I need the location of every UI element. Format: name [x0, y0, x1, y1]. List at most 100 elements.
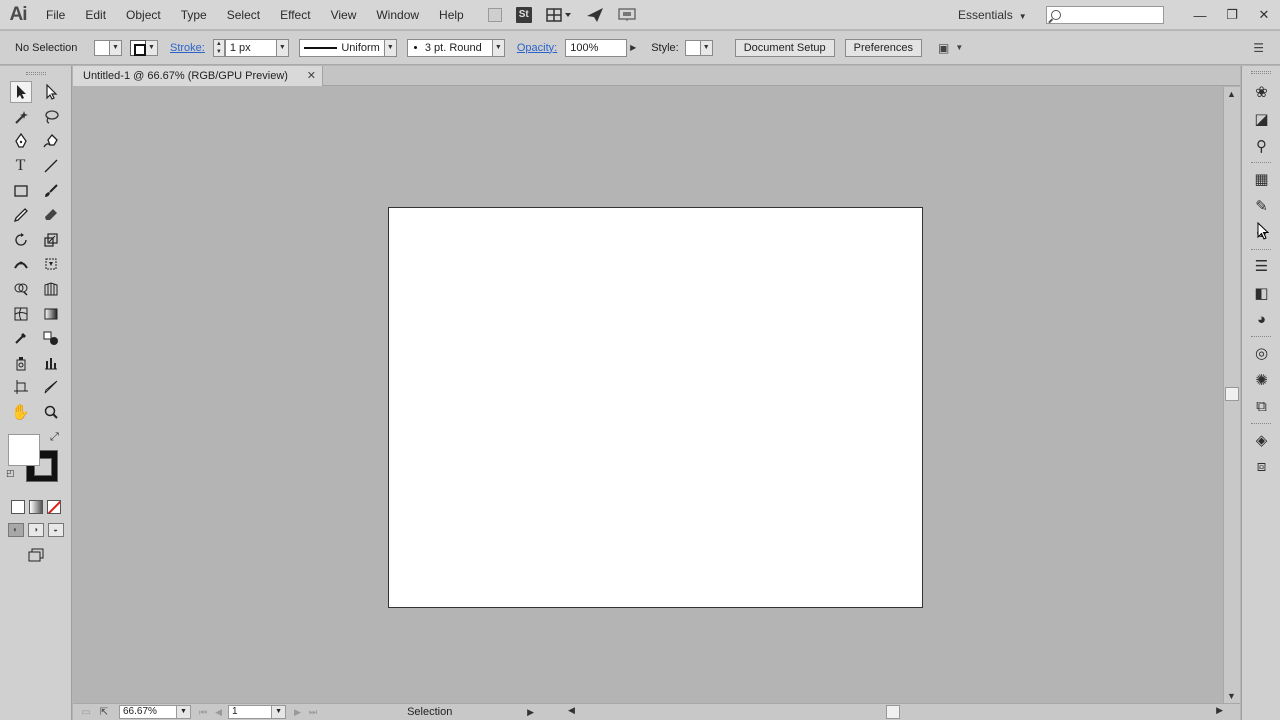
graphic-styles-icon[interactable]: ✺ [1242, 366, 1280, 393]
panel-grip[interactable] [0, 66, 71, 80]
variable-width-profile-dropdown[interactable]: Uniform ▼ [298, 38, 397, 57]
menu-file[interactable]: File [36, 0, 75, 30]
vertical-scrollbar[interactable]: ▲ ▼ [1223, 87, 1240, 703]
scroll-right-icon[interactable]: ▶ [1216, 705, 1223, 716]
close-icon[interactable]: ✕ [307, 69, 316, 82]
arrange-documents-icon[interactable] [545, 6, 572, 24]
last-artboard-icon[interactable]: ⏭ [309, 707, 317, 718]
document-tab[interactable]: Untitled-1 @ 66.67% (RGB/GPU Preview) ✕ [73, 66, 323, 86]
close-button[interactable]: ✕ [1248, 0, 1280, 30]
panel-collapse-icon[interactable]: ▭ [77, 707, 95, 718]
horizontal-scrollbar[interactable]: ◀ ▶ [568, 705, 1223, 719]
cc-libraries-icon[interactable]: ⚲ [1242, 132, 1280, 159]
preferences-button[interactable]: Preferences [844, 38, 922, 57]
fill-color-swatch[interactable] [8, 434, 40, 467]
menu-effect[interactable]: Effect [270, 0, 320, 30]
scroll-down-icon[interactable]: ▼ [1227, 691, 1236, 701]
pen-tool-icon[interactable] [10, 130, 32, 152]
brush-definition-dropdown[interactable]: 3 pt. Round ▼ [406, 38, 505, 57]
slice-tool-icon[interactable] [40, 376, 62, 398]
dock-grip[interactable] [1242, 66, 1280, 78]
curvature-tool-icon[interactable] [40, 130, 62, 152]
pencil-tool-icon[interactable] [10, 204, 32, 226]
type-tool-icon[interactable]: T [10, 155, 32, 177]
paintbrush-tool-icon[interactable] [40, 180, 62, 202]
color-mode-icon[interactable] [10, 500, 25, 515]
stepper-arrows-icon[interactable]: ▲ ▼ [212, 38, 225, 57]
artboard[interactable] [388, 207, 923, 608]
swatches-icon[interactable]: ▦ [1242, 165, 1280, 192]
free-transform-tool-icon[interactable] [40, 253, 62, 275]
scroll-left-icon[interactable]: ◀ [568, 705, 575, 716]
search-input[interactable] [1046, 6, 1164, 24]
stroke-icon[interactable]: ☰ [1242, 252, 1280, 279]
scroll-up-icon[interactable]: ▲ [1227, 89, 1236, 99]
menu-help[interactable]: Help [429, 0, 474, 30]
menu-edit[interactable]: Edit [75, 0, 116, 30]
symbol-sprayer-tool-icon[interactable] [10, 352, 32, 374]
open-in-icon[interactable]: ⇱ [95, 707, 113, 718]
control-panel-menu-icon[interactable]: ☰ [1253, 41, 1264, 55]
status-menu-arrow-icon[interactable]: ▶ [527, 707, 534, 718]
direct-selection-tool-icon[interactable] [40, 81, 62, 103]
chevron-down-icon[interactable]: ▼ [177, 705, 191, 719]
brushes-icon[interactable]: ✎ [1242, 192, 1280, 219]
artboards-icon[interactable]: ⧈ [1242, 453, 1280, 480]
document-setup-button[interactable]: Document Setup [734, 38, 835, 57]
blend-tool-icon[interactable] [40, 327, 62, 349]
magic-wand-tool-icon[interactable] [10, 106, 32, 128]
width-tool-icon[interactable] [10, 253, 32, 275]
draw-inside-icon[interactable]: ◒ [47, 523, 64, 538]
default-fill-stroke-icon[interactable]: ◰ [6, 468, 15, 479]
stroke-color-dropdown[interactable]: ▼ [130, 39, 158, 56]
scale-tool-icon[interactable] [40, 229, 62, 251]
opacity-slider-arrow-icon[interactable]: ▶ [627, 39, 639, 57]
adobe-stock-icon[interactable]: St [515, 6, 532, 23]
rectangle-tool-icon[interactable] [10, 180, 32, 202]
libraries-icon[interactable]: ◪ [1242, 105, 1280, 132]
fill-color-dropdown[interactable]: ▼ [94, 39, 122, 56]
next-artboard-icon[interactable]: ▶ [294, 707, 301, 718]
first-artboard-icon[interactable]: ⏮ [199, 707, 207, 718]
canvas-pasteboard[interactable] [73, 87, 1223, 703]
mesh-tool-icon[interactable] [10, 303, 32, 325]
draw-behind-icon[interactable]: ◑ [27, 523, 44, 538]
menu-type[interactable]: Type [171, 0, 217, 30]
opacity-field[interactable]: 100% [565, 38, 628, 57]
chevron-down-icon[interactable]: ▼ [276, 38, 289, 57]
gpu-performance-icon[interactable] [618, 6, 636, 24]
minimize-button[interactable]: — [1184, 0, 1216, 30]
menu-select[interactable]: Select [217, 0, 270, 30]
arrange-objects-dropdown[interactable]: ▣ ▼ [938, 41, 963, 55]
eyedropper-tool-icon[interactable] [10, 327, 32, 349]
previous-artboard-icon[interactable]: ◀ [215, 707, 222, 718]
stroke-weight-stepper[interactable]: ▲ ▼ 1 px ▼ [212, 38, 289, 57]
gradient-icon[interactable]: ◧ [1242, 279, 1280, 306]
restore-button[interactable]: ❐ [1216, 0, 1248, 30]
selection-tool-icon[interactable] [9, 81, 32, 104]
line-segment-tool-icon[interactable] [40, 155, 62, 177]
artboard-tool-icon[interactable] [10, 376, 32, 398]
horizontal-scroll-thumb[interactable] [886, 705, 900, 719]
color-guide-icon[interactable]: ❀ [1242, 78, 1280, 105]
zoom-level-field[interactable]: 66.67% [119, 705, 177, 719]
change-screen-mode-icon[interactable] [25, 544, 47, 566]
shape-builder-tool-icon[interactable] [10, 278, 32, 300]
stroke-weight-field[interactable]: 1 px [224, 38, 277, 57]
appearance-icon[interactable]: ◎ [1242, 339, 1280, 366]
stroke-panel-link[interactable]: Stroke: [170, 42, 205, 54]
menu-view[interactable]: View [321, 0, 367, 30]
chevron-down-icon[interactable]: ▼ [272, 705, 287, 719]
workspace-switcher[interactable]: Essentials ▼ [958, 0, 1027, 30]
transparency-icon[interactable]: ◕ [1242, 306, 1280, 333]
draw-normal-icon[interactable]: ◐ [7, 523, 24, 538]
eraser-tool-icon[interactable] [40, 204, 62, 226]
vertical-scroll-thumb[interactable] [1225, 387, 1239, 401]
opacity-panel-link[interactable]: Opacity: [517, 42, 557, 54]
gradient-tool-icon[interactable] [40, 303, 62, 325]
rotate-tool-icon[interactable] [10, 229, 32, 251]
none-mode-icon[interactable] [46, 500, 61, 515]
artboard-number-field[interactable]: 1 [228, 705, 273, 719]
menu-window[interactable]: Window [366, 0, 429, 30]
send-feedback-icon[interactable] [586, 6, 604, 24]
